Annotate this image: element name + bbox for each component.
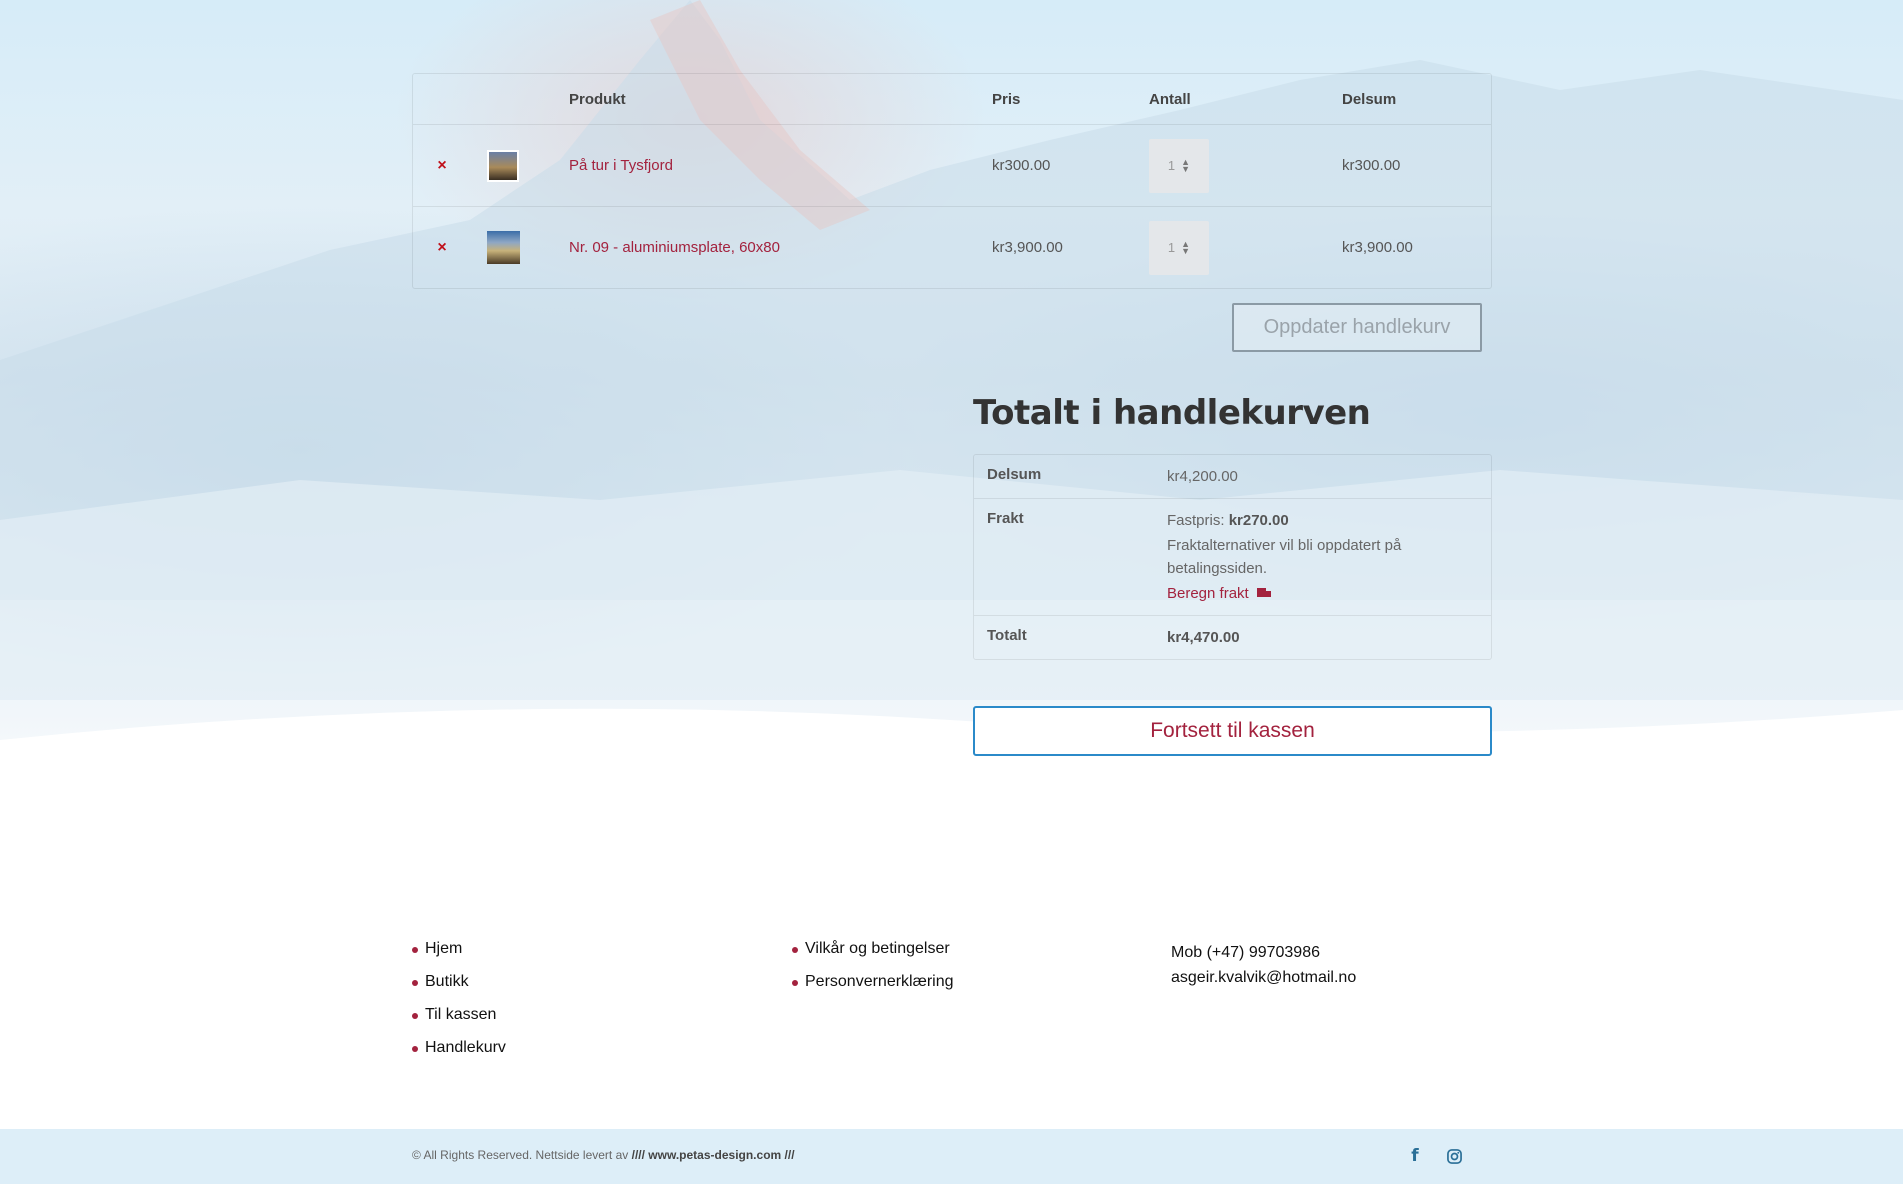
copyright-text: © All Rights Reserved. Nettside levert a…: [412, 1148, 795, 1162]
proceed-to-checkout-button[interactable]: Fortsett til kassen: [973, 706, 1492, 756]
product-link[interactable]: Nr. 09 - aluminiumsplate, 60x80: [569, 207, 780, 288]
cart-totals-table: Delsum kr4,200.00 Frakt Fastpris: kr270.…: [973, 454, 1492, 660]
calculate-shipping-label: Beregn frakt: [1167, 585, 1249, 602]
cart-table: Produkt Pris Antall Delsum × På tur i Ty…: [412, 73, 1492, 289]
footer-link-privacy[interactable]: Personvernerklæring: [792, 973, 954, 1006]
designer-link[interactable]: //// www.petas-design.com ///: [632, 1148, 795, 1162]
bullet-icon: [412, 947, 418, 953]
quantity-stepper[interactable]: 1 ▲ ▼: [1149, 138, 1209, 193]
quantity-cell: 1 ▲ ▼: [1149, 207, 1209, 288]
shipping-details: Fastpris: kr270.00 Fraktalternativer vil…: [1167, 509, 1491, 605]
totals-total-row: Totalt kr4,470.00: [974, 615, 1491, 659]
totals-shipping-row: Frakt Fastpris: kr270.00 Fraktalternativ…: [974, 498, 1491, 615]
footer-link-label: Vilkår og betingelser: [805, 940, 950, 957]
stepper-arrows-icon[interactable]: ▲ ▼: [1181, 157, 1190, 173]
footer-link-label: Til kassen: [425, 1006, 497, 1023]
footer-link-hjem[interactable]: Hjem: [412, 940, 506, 973]
bullet-icon: [792, 980, 798, 986]
total-label: Totalt: [987, 627, 1027, 644]
bullet-icon: [412, 1013, 418, 1019]
quantity-value: 1: [1167, 158, 1176, 173]
footer-nav: Hjem Butikk Til kassen Handlekurv: [412, 940, 506, 1072]
facebook-icon[interactable]: f: [1404, 1145, 1426, 1167]
product-thumbnail[interactable]: [487, 125, 521, 206]
footer-link-label: Personvernerklæring: [805, 973, 954, 990]
footer-link-butikk[interactable]: Butikk: [412, 973, 506, 1006]
cart-header-row: Produkt Pris Antall Delsum: [413, 74, 1491, 124]
product-subtotal: kr3,900.00: [1342, 239, 1413, 256]
calculate-shipping-link[interactable]: Beregn frakt: [1167, 582, 1271, 605]
total-value: kr4,470.00: [1167, 629, 1240, 646]
bullet-icon: [412, 1046, 418, 1052]
quantity-stepper[interactable]: 1 ▲ ▼: [1149, 220, 1209, 275]
product-subtotal: kr300.00: [1342, 157, 1401, 174]
shipping-label: Frakt: [987, 510, 1024, 527]
footer-link-handlekurv[interactable]: Handlekurv: [412, 1039, 506, 1072]
truck-icon: [1256, 587, 1271, 600]
footer-link-til-kassen[interactable]: Til kassen: [412, 1006, 506, 1039]
shipping-price: kr270.00: [1228, 512, 1289, 529]
header-subtotal: Delsum: [1342, 90, 1397, 108]
footer-link-label: Butikk: [425, 973, 469, 990]
footer-legal: Vilkår og betingelser Personvernerklærin…: [792, 940, 954, 1006]
remove-item-button[interactable]: ×: [427, 207, 457, 288]
quantity-cell: 1 ▲ ▼: [1149, 125, 1209, 206]
bullet-icon: [412, 980, 418, 986]
contact-phone: Mob (+47) 99703986: [1171, 944, 1320, 961]
header-product: Produkt: [569, 90, 626, 108]
shipping-method[interactable]: Fastpris: kr270.00: [1167, 509, 1491, 532]
footer-contact: Mob (+47) 99703986 asgeir.kvalvik@hotmai…: [1171, 940, 1356, 990]
subtotal-value: kr4,200.00: [1167, 468, 1238, 485]
totals-subtotal-row: Delsum kr4,200.00: [974, 455, 1491, 498]
bullet-icon: [792, 947, 798, 953]
header-quantity: Antall: [1149, 90, 1191, 108]
header-price: Pris: [992, 90, 1021, 108]
product-price: kr300.00: [992, 157, 1051, 174]
quantity-value: 1: [1167, 240, 1176, 255]
cart-row: × Nr. 09 - aluminiumsplate, 60x80 kr3,90…: [413, 206, 1491, 288]
remove-item-button[interactable]: ×: [427, 125, 457, 206]
product-link[interactable]: På tur i Tysfjord: [569, 125, 673, 206]
product-thumbnail[interactable]: [487, 207, 521, 288]
footer-link-label: Hjem: [425, 940, 463, 957]
cart-totals-title: Totalt i handlekurven: [973, 393, 1371, 433]
footer-link-label: Handlekurv: [425, 1039, 506, 1056]
product-image[interactable]: [487, 149, 519, 182]
instagram-icon[interactable]: [1443, 1145, 1465, 1167]
footer-link-terms[interactable]: Vilkår og betingelser: [792, 940, 954, 973]
shipping-note: Fraktalternativer vil bli oppdatert på b…: [1167, 537, 1402, 577]
bottom-bar: © All Rights Reserved. Nettside levert a…: [0, 1129, 1903, 1184]
contact-email[interactable]: asgeir.kvalvik@hotmail.no: [1171, 965, 1356, 990]
cart-row: × På tur i Tysfjord kr300.00 1 ▲ ▼ kr300.…: [413, 124, 1491, 206]
subtotal-label: Delsum: [987, 466, 1042, 483]
shipping-method-label: Fastpris:: [1167, 512, 1225, 529]
stepper-arrows-icon[interactable]: ▲ ▼: [1181, 239, 1190, 255]
update-cart-button[interactable]: Oppdater handlekurv: [1232, 303, 1482, 352]
product-price: kr3,900.00: [992, 239, 1063, 256]
copyright-prefix: © All Rights Reserved. Nettside levert a…: [412, 1148, 629, 1162]
product-image[interactable]: [487, 231, 520, 264]
